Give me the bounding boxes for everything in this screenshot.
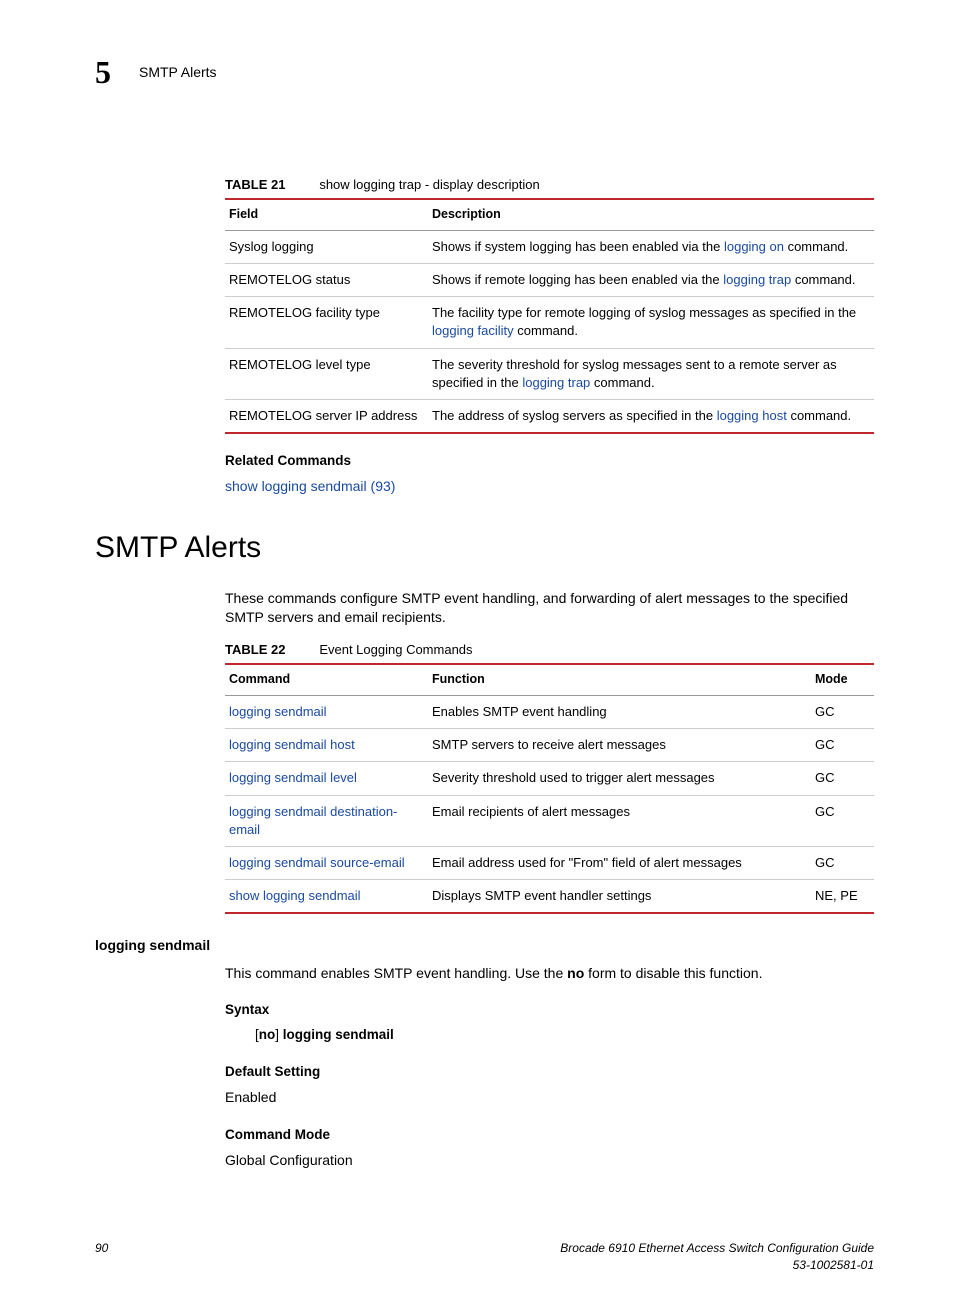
table-header-function: Function [428, 664, 811, 695]
book-title: Brocade 6910 Ethernet Access Switch Conf… [560, 1240, 874, 1257]
bold-no: no [567, 965, 584, 981]
table-row: REMOTELOG server IP address The address … [225, 400, 874, 434]
link-logging-facility[interactable]: logging facility [432, 323, 514, 338]
link-show-logging-sendmail[interactable]: show logging sendmail [229, 888, 361, 903]
mode-cell: GC [811, 846, 874, 879]
mode-cell: GC [811, 729, 874, 762]
link-logging-trap[interactable]: logging trap [522, 375, 590, 390]
text: Shows if system logging has been enabled… [432, 239, 724, 254]
mode-cell: GC [811, 695, 874, 728]
text: form to disable this function. [584, 965, 762, 981]
table-row: logging sendmail host SMTP servers to re… [225, 729, 874, 762]
field-cell: Syslog logging [225, 230, 428, 263]
table-row: REMOTELOG facility type The facility typ… [225, 297, 874, 348]
description-cell: Shows if remote logging has been enabled… [428, 264, 874, 297]
text: command. [590, 375, 654, 390]
link-logging-on[interactable]: logging on [724, 239, 784, 254]
page-number: 90 [95, 1240, 108, 1274]
table-row: logging sendmail Enables SMTP event hand… [225, 695, 874, 728]
syntax-heading: Syntax [225, 1001, 874, 1020]
table-row: REMOTELOG status Shows if remote logging… [225, 264, 874, 297]
section-title: SMTP Alerts [95, 527, 874, 569]
command-mode-heading: Command Mode [225, 1126, 874, 1145]
field-cell: REMOTELOG server IP address [225, 400, 428, 434]
function-cell: Email address used for "From" field of a… [428, 846, 811, 879]
text: command. [784, 239, 848, 254]
related-commands-heading: Related Commands [225, 452, 874, 471]
table-header-command: Command [225, 664, 428, 695]
table-row: logging sendmail level Severity threshol… [225, 762, 874, 795]
table-row: logging sendmail source-email Email addr… [225, 846, 874, 879]
link-show-logging-sendmail[interactable]: show logging sendmail (93) [225, 477, 874, 497]
table-title: Event Logging Commands [319, 642, 472, 657]
table-header-field: Field [225, 199, 428, 230]
text: The address of syslog servers as specifi… [432, 408, 717, 423]
field-cell: REMOTELOG facility type [225, 297, 428, 348]
table-label: TABLE 22 [225, 642, 285, 657]
mode-cell: GC [811, 795, 874, 846]
running-title: SMTP Alerts [139, 63, 217, 83]
description-cell: The facility type for remote logging of … [428, 297, 874, 348]
page-header: 5 SMTP Alerts [95, 50, 874, 95]
description-cell: Shows if system logging has been enabled… [428, 230, 874, 263]
table-22-caption: TABLE 22 Event Logging Commands [225, 640, 874, 660]
function-cell: Displays SMTP event handler settings [428, 880, 811, 914]
table-21: Field Description Syslog logging Shows i… [225, 198, 874, 434]
link-logging-trap[interactable]: logging trap [723, 272, 791, 287]
function-cell: Email recipients of alert messages [428, 795, 811, 846]
table-row: Syslog logging Shows if system logging h… [225, 230, 874, 263]
description-cell: The address of syslog servers as specifi… [428, 400, 874, 434]
page-footer: 90 Brocade 6910 Ethernet Access Switch C… [95, 1240, 874, 1274]
text: command. [514, 323, 578, 338]
command-description: This command enables SMTP event handling… [225, 964, 874, 984]
default-setting-heading: Default Setting [225, 1063, 874, 1082]
doc-number: 53-1002581-01 [560, 1257, 874, 1274]
table-title: show logging trap - display description [319, 177, 539, 192]
link-logging-sendmail-host[interactable]: logging sendmail host [229, 737, 355, 752]
link-logging-sendmail-destination-email[interactable]: logging sendmail destination- email [229, 804, 397, 837]
link-logging-sendmail[interactable]: logging sendmail [229, 704, 327, 719]
text: command. [787, 408, 851, 423]
default-setting-value: Enabled [225, 1088, 874, 1108]
table-label: TABLE 21 [225, 177, 285, 192]
link-logging-host[interactable]: logging host [717, 408, 787, 423]
table-22: Command Function Mode logging sendmail E… [225, 663, 874, 914]
field-cell: REMOTELOG level type [225, 348, 428, 399]
table-row: REMOTELOG level type The severity thresh… [225, 348, 874, 399]
table-21-caption: TABLE 21 show logging trap - display des… [225, 175, 874, 195]
syntax-line: [no] logging sendmail [255, 1026, 874, 1045]
table-header-description: Description [428, 199, 874, 230]
text: ] [275, 1027, 283, 1042]
mode-cell: NE, PE [811, 880, 874, 914]
text: The facility type for remote logging of … [432, 305, 856, 320]
function-cell: Severity threshold used to trigger alert… [428, 762, 811, 795]
text: Shows if remote logging has been enabled… [432, 272, 723, 287]
text: command. [791, 272, 855, 287]
mode-cell: GC [811, 762, 874, 795]
function-cell: Enables SMTP event handling [428, 695, 811, 728]
table-row: logging sendmail destination- email Emai… [225, 795, 874, 846]
command-mode-value: Global Configuration [225, 1151, 874, 1171]
table-row: show logging sendmail Displays SMTP even… [225, 880, 874, 914]
description-cell: The severity threshold for syslog messag… [428, 348, 874, 399]
bold-no: no [259, 1027, 276, 1042]
table-header-mode: Mode [811, 664, 874, 695]
link-logging-sendmail-level[interactable]: logging sendmail level [229, 770, 357, 785]
text: This command enables SMTP event handling… [225, 965, 567, 981]
function-cell: SMTP servers to receive alert messages [428, 729, 811, 762]
link-logging-sendmail-source-email[interactable]: logging sendmail source-email [229, 855, 405, 870]
chapter-number: 5 [95, 50, 111, 95]
bold-cmd: logging sendmail [283, 1027, 394, 1042]
section-intro: These commands configure SMTP event hand… [225, 589, 874, 628]
command-name-heading: logging sendmail [95, 936, 874, 956]
field-cell: REMOTELOG status [225, 264, 428, 297]
